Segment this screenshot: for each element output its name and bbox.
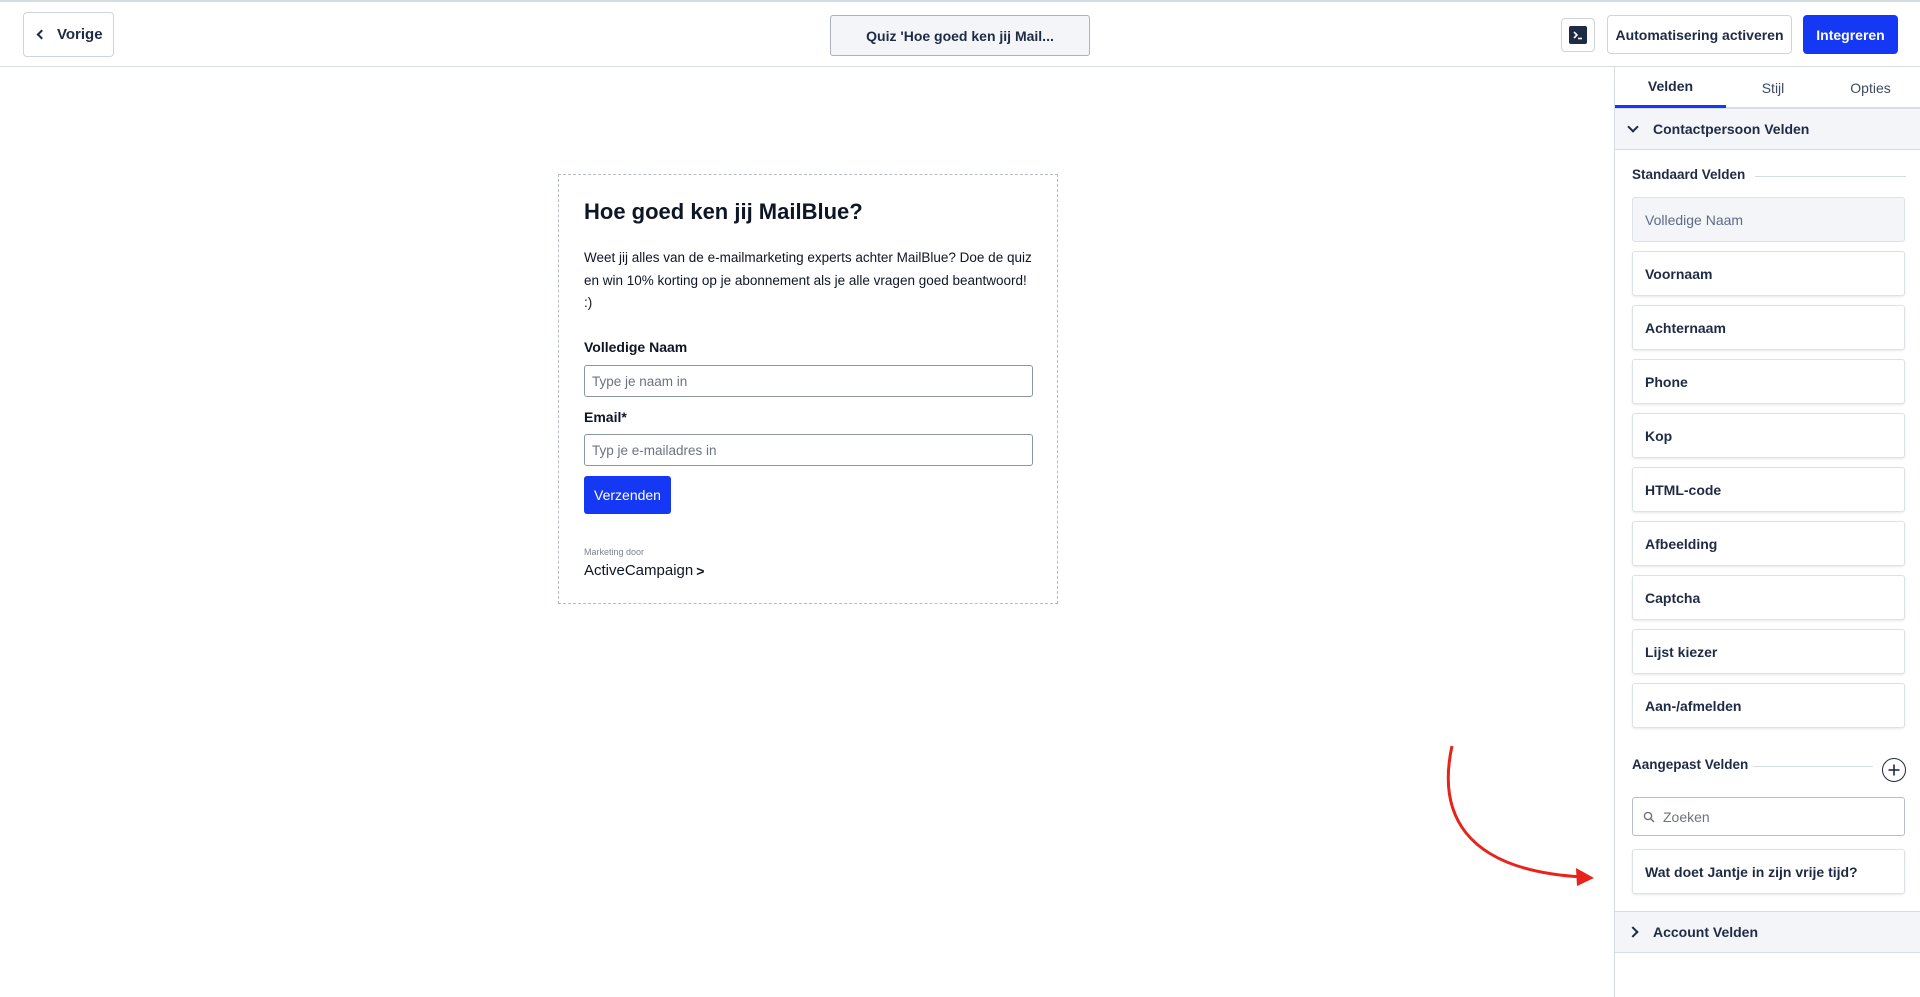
annotation-arrow-icon — [1446, 745, 1594, 886]
contact-fields-label: Contactpersoon Velden — [1653, 121, 1810, 137]
standard-field-item[interactable]: Captcha — [1632, 575, 1905, 620]
marketing-caption: Marketing door — [584, 547, 645, 557]
tab-stijl[interactable]: Stijl — [1726, 67, 1820, 108]
tab-opties[interactable]: Opties — [1820, 67, 1920, 108]
standard-fields-title: Standaard Velden — [1632, 167, 1746, 182]
contact-fields-section[interactable]: Contactpersoon Velden — [1615, 108, 1920, 150]
account-fields-section[interactable]: Account Velden — [1615, 911, 1920, 953]
account-fields-label: Account Velden — [1653, 924, 1759, 940]
brand-name: ActiveCampaign — [584, 562, 694, 579]
standard-field-item: Volledige Naam — [1632, 197, 1905, 242]
submit-button[interactable]: Verzenden — [584, 476, 671, 514]
chevron-down-icon — [1627, 121, 1639, 133]
standard-field-item[interactable]: Achternaam — [1632, 305, 1905, 350]
back-button-label: Vorige — [57, 26, 103, 43]
custom-fields-search[interactable]: Zoeken — [1632, 797, 1905, 836]
standard-field-item[interactable]: HTML-code — [1632, 467, 1905, 512]
back-button[interactable]: Vorige — [23, 12, 114, 57]
standard-field-item[interactable]: Afbeelding — [1632, 521, 1905, 566]
form-title-field[interactable]: Quiz 'Hoe goed ken jij Mail... — [830, 15, 1090, 56]
form-canvas: Hoe goed ken jij MailBlue? Weet jij alle… — [0, 67, 1614, 997]
activate-automation-button[interactable]: Automatisering activeren — [1607, 15, 1792, 54]
standard-field-item[interactable]: Phone — [1632, 359, 1905, 404]
email-input[interactable]: Typ je e-mailadres in — [584, 434, 1033, 466]
standard-field-item[interactable]: Aan-/afmelden — [1632, 683, 1905, 728]
activecampaign-logo[interactable]: ActiveCampaign > — [584, 562, 704, 579]
top-bar: Vorige Quiz 'Hoe goed ken jij Mail... Au… — [0, 0, 1920, 67]
name-input[interactable]: Type je naam in — [584, 365, 1033, 397]
search-icon — [1643, 811, 1655, 822]
integrate-button[interactable]: Integreren — [1803, 15, 1898, 54]
divider — [1753, 766, 1873, 767]
standard-field-item[interactable]: Lijst kiezer — [1632, 629, 1905, 674]
brand-arrow-icon: > — [696, 562, 705, 579]
email-label: Email* — [584, 409, 627, 425]
divider — [1755, 176, 1906, 177]
custom-fields-title: Aangepast Velden — [1632, 757, 1749, 772]
plus-icon — [1888, 764, 1900, 776]
standard-field-item[interactable]: Kop — [1632, 413, 1905, 458]
code-button[interactable] — [1561, 18, 1595, 52]
search-placeholder: Zoeken — [1663, 808, 1710, 825]
sidebar-tabs: Velden Stijl Opties — [1615, 67, 1920, 108]
chevron-right-icon — [1627, 926, 1639, 938]
fields-sidebar: Velden Stijl Opties Contactpersoon Velde… — [1614, 67, 1920, 997]
form-heading: Hoe goed ken jij MailBlue? — [584, 199, 863, 224]
add-custom-field-button[interactable] — [1882, 758, 1906, 782]
tab-velden[interactable]: Velden — [1615, 67, 1726, 108]
custom-field-item[interactable]: Wat doet Jantje in zijn vrije tijd? — [1632, 849, 1905, 894]
name-label: Volledige Naam — [584, 339, 688, 355]
form-preview[interactable]: Hoe goed ken jij MailBlue? Weet jij alle… — [558, 174, 1058, 604]
form-description: Weet jij alles van de e-mailmarketing ex… — [584, 250, 1032, 310]
standard-field-item[interactable]: Voornaam — [1632, 251, 1905, 296]
terminal-icon — [1569, 26, 1587, 44]
chevron-left-icon — [36, 29, 47, 40]
